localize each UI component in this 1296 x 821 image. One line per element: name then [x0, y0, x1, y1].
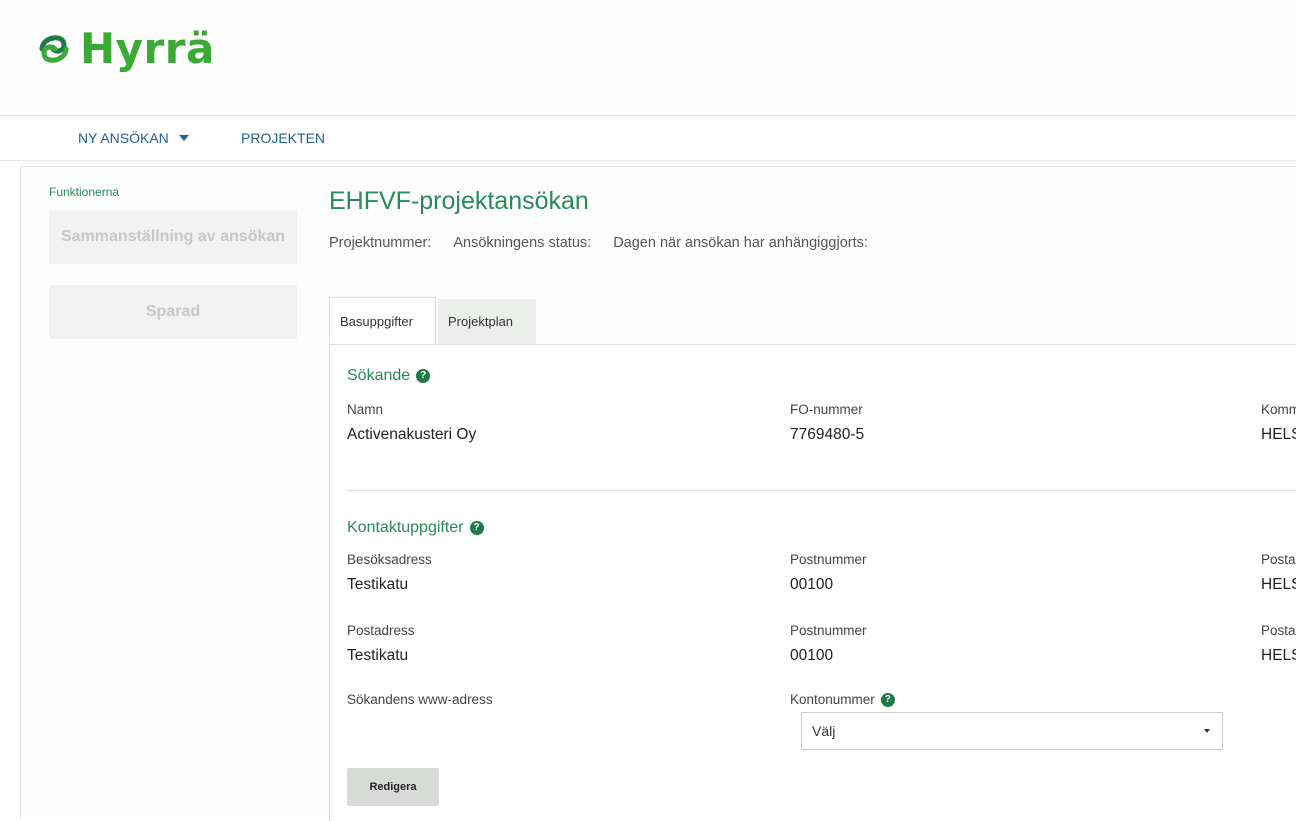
hyrra-logo-icon — [39, 35, 69, 63]
www-label: Sökandens www-adress — [347, 692, 493, 707]
help-icon[interactable]: ? — [880, 692, 895, 707]
tab-basuppgifter[interactable]: Basuppgifter — [329, 297, 436, 344]
applicant-section-title: Sökande? — [347, 367, 431, 385]
application-meta: Projektnummer: Ansökningens status: Dagen … — [329, 235, 890, 251]
name-label: Namn — [347, 402, 384, 417]
contact-section-title: Kontaktuppgifter? — [347, 519, 484, 537]
tab-projektplan[interactable]: Projektplan — [438, 299, 536, 344]
account-select-value: Välj — [812, 723, 836, 739]
page-title: EHFVF-projektansökan — [329, 187, 589, 215]
account-label: Kontonummer — [790, 692, 875, 707]
nav-projects[interactable]: PROJEKTEN — [241, 130, 325, 146]
section-divider — [347, 490, 1296, 491]
postal-address-label: Postadress — [347, 623, 415, 638]
visit-post-office-label: Postar — [1261, 552, 1296, 567]
account-select[interactable]: Välj — [801, 712, 1223, 750]
municipality-value: HELS — [1261, 426, 1296, 443]
nav-new-application-label: NY ANSÖKAN — [78, 130, 169, 146]
help-icon[interactable]: ? — [416, 369, 431, 383]
postal-address-value: Testikatu — [347, 647, 409, 664]
meta-status: Ansökningens status: — [453, 235, 592, 251]
logo-text: Hyrrä — [80, 24, 215, 73]
visit-address-label: Besöksadress — [347, 552, 432, 567]
name-value: Activenakusteri Oy — [347, 426, 477, 443]
visit-post-office-value: HELS — [1261, 576, 1296, 593]
fo-value: 7769480-5 — [790, 426, 865, 443]
visit-postal-value: 00100 — [790, 576, 834, 593]
postal-postal-value: 00100 — [790, 647, 834, 664]
tab-panel: Sökande? Namn Activenakusteri Oy FO-numm… — [329, 344, 1296, 821]
postal-post-office-value: HELS — [1261, 647, 1296, 664]
caret-down-icon — [1204, 729, 1210, 733]
contact-section-label: Kontaktuppgifter — [347, 519, 464, 536]
saved-button[interactable]: Sparad — [49, 285, 297, 339]
summary-button[interactable]: Sammanställning av ansökan — [49, 210, 297, 264]
applicant-section-label: Sökande — [347, 367, 411, 384]
top-nav: NY ANSÖKAN PROJEKTEN — [0, 116, 1296, 161]
visit-address-value: Testikatu — [347, 576, 409, 593]
postal-postal-label: Postnummer — [790, 623, 867, 638]
municipality-label: Komm — [1261, 402, 1296, 417]
sidebar-title: Funktionerna — [49, 185, 120, 199]
meta-date: Dagen när ansökan har anhängiggjorts: — [613, 235, 868, 251]
header: Hyrrä — [0, 0, 1296, 116]
logo[interactable]: Hyrrä — [34, 28, 215, 70]
postal-post-office-label: Postar — [1261, 623, 1296, 638]
account-label-row: Kontonummer? — [790, 692, 895, 707]
caret-down-icon — [178, 135, 189, 142]
help-icon[interactable]: ? — [469, 521, 484, 535]
main-area: Funktionerna Sammanställning av ansökan … — [20, 166, 1296, 821]
fo-label: FO-nummer — [790, 402, 863, 417]
meta-project-number: Projektnummer: — [329, 235, 432, 251]
nav-new-application[interactable]: NY ANSÖKAN — [78, 130, 189, 146]
edit-button[interactable]: Redigera — [347, 768, 439, 806]
visit-postal-label: Postnummer — [790, 552, 867, 567]
